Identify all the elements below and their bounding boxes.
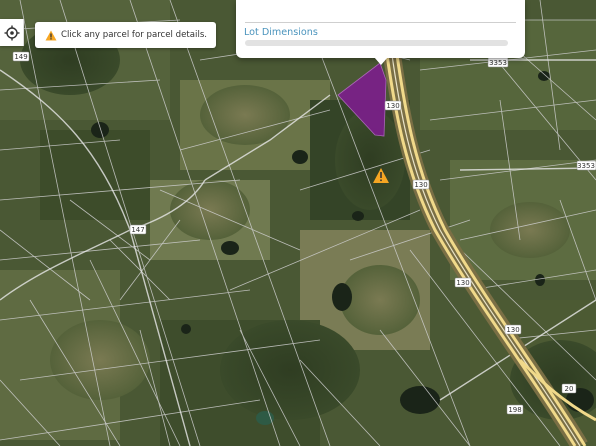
- road-label-130-c: 130: [454, 277, 472, 288]
- crosshair-locate-icon: [4, 25, 19, 40]
- lot-dimensions-label[interactable]: Lot Dimensions: [244, 27, 318, 38]
- svg-text:149: 149: [14, 53, 27, 61]
- svg-text:130: 130: [386, 102, 399, 110]
- parcel-hint-text: Click any parcel for parcel details.: [61, 30, 208, 40]
- svg-text:198: 198: [508, 406, 521, 414]
- road-label-130-a: 130: [384, 100, 402, 111]
- svg-text:20: 20: [565, 385, 574, 393]
- satellite-map[interactable]: 149 147 130 130 130 130 3353 3353 198 20: [0, 0, 596, 446]
- road-label-3353-b: 3353: [576, 160, 596, 171]
- road-label-198: 198: [506, 404, 524, 415]
- popup-pointer: [374, 57, 388, 65]
- parcel-detail-popup: Lot Dimensions: [236, 0, 525, 58]
- road-label-130-d: 130: [504, 324, 522, 335]
- svg-text:3353: 3353: [577, 162, 595, 170]
- parcel-hint-box: Click any parcel for parcel details.: [35, 22, 217, 48]
- warning-icon: [45, 30, 57, 41]
- svg-text:130: 130: [456, 279, 469, 287]
- svg-text:3353: 3353: [489, 59, 507, 67]
- locate-button[interactable]: [0, 19, 24, 46]
- road-label-3353-a: 3353: [487, 57, 509, 68]
- svg-text:130: 130: [414, 181, 427, 189]
- road-label-149: 149: [12, 51, 30, 62]
- svg-text:147: 147: [131, 226, 144, 234]
- lot-dimensions-placeholder-bar: [245, 40, 508, 46]
- svg-text:130: 130: [506, 326, 519, 334]
- road-label-130-b: 130: [412, 179, 430, 190]
- map-viewport[interactable]: 149 147 130 130 130 130 3353 3353 198 20…: [0, 0, 596, 446]
- road-label-147: 147: [129, 224, 147, 235]
- popup-divider: [245, 22, 516, 23]
- road-label-20: 20: [561, 383, 577, 394]
